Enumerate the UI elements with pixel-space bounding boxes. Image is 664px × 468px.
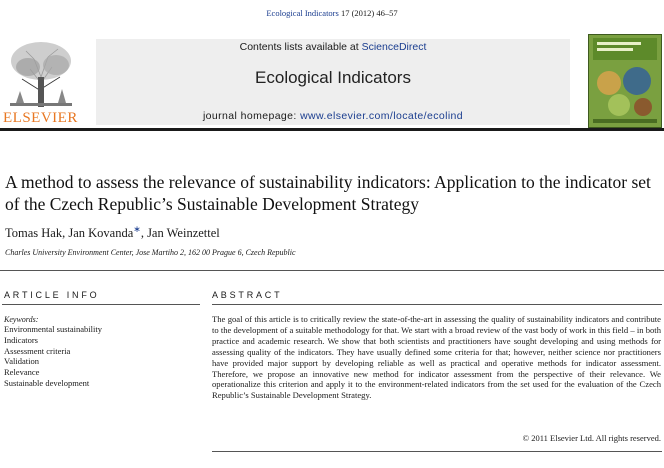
keyword-item: Assessment criteria	[4, 345, 71, 356]
abstract-bottom-divider	[212, 451, 662, 452]
author-affiliation: Charles University Environment Center, J…	[5, 248, 296, 257]
keyword-item: Validation	[4, 356, 39, 367]
keyword-item: Indicators	[4, 334, 38, 345]
journal-title: Ecological Indicators	[255, 68, 411, 87]
copyright-notice: © 2011 Elsevier Ltd. All rights reserved…	[522, 433, 661, 443]
abstract-heading: ABSTRACT	[212, 290, 283, 300]
keyword-item: Relevance	[4, 367, 40, 378]
homepage-prefix: journal homepage:	[202, 110, 301, 122]
journal-citation[interactable]: Ecological Indicators 17 (2012) 46–57	[0, 8, 664, 18]
publisher-name: ELSEVIER	[3, 110, 78, 126]
authors-secondary: , Jan Weinzettel	[140, 226, 220, 241]
contents-availability: Contents lists available at ScienceDirec…	[96, 41, 570, 53]
authors-primary: Tomas Hak, Jan Kovanda	[5, 226, 134, 241]
title-divider	[0, 270, 664, 271]
homepage-link[interactable]: www.elsevier.com/locate/ecolind	[300, 110, 463, 122]
article-info-heading: ARTICLE INFO	[4, 290, 100, 300]
keywords-label: Keywords:	[4, 315, 39, 324]
sciencedirect-link[interactable]: ScienceDirect	[362, 41, 427, 53]
article-info-divider	[2, 304, 200, 305]
keyword-list: Environmental sustainability Indicators …	[4, 324, 102, 389]
citation-journal-name[interactable]: Ecological Indicators	[266, 8, 338, 18]
article-title: A method to assess the relevance of sust…	[5, 172, 651, 214]
citation-issue: 17 (2012) 46–57	[340, 8, 398, 18]
keyword-item: Environmental sustainability	[4, 324, 102, 334]
corresponding-author-mark[interactable]: ∗	[133, 224, 141, 234]
abstract-divider	[212, 304, 662, 305]
header-divider	[0, 128, 664, 131]
abstract-body: The goal of this article is to criticall…	[212, 314, 661, 401]
author-list: Tomas Hak, Jan Kovanda∗, Jan Weinzettel	[5, 224, 220, 241]
keyword-item: Sustainable development	[4, 377, 90, 388]
journal-cover-thumbnail[interactable]	[588, 34, 662, 128]
journal-homepage: journal homepage: www.elsevier.com/locat…	[96, 110, 570, 122]
contents-prefix: Contents lists available at	[239, 41, 362, 53]
